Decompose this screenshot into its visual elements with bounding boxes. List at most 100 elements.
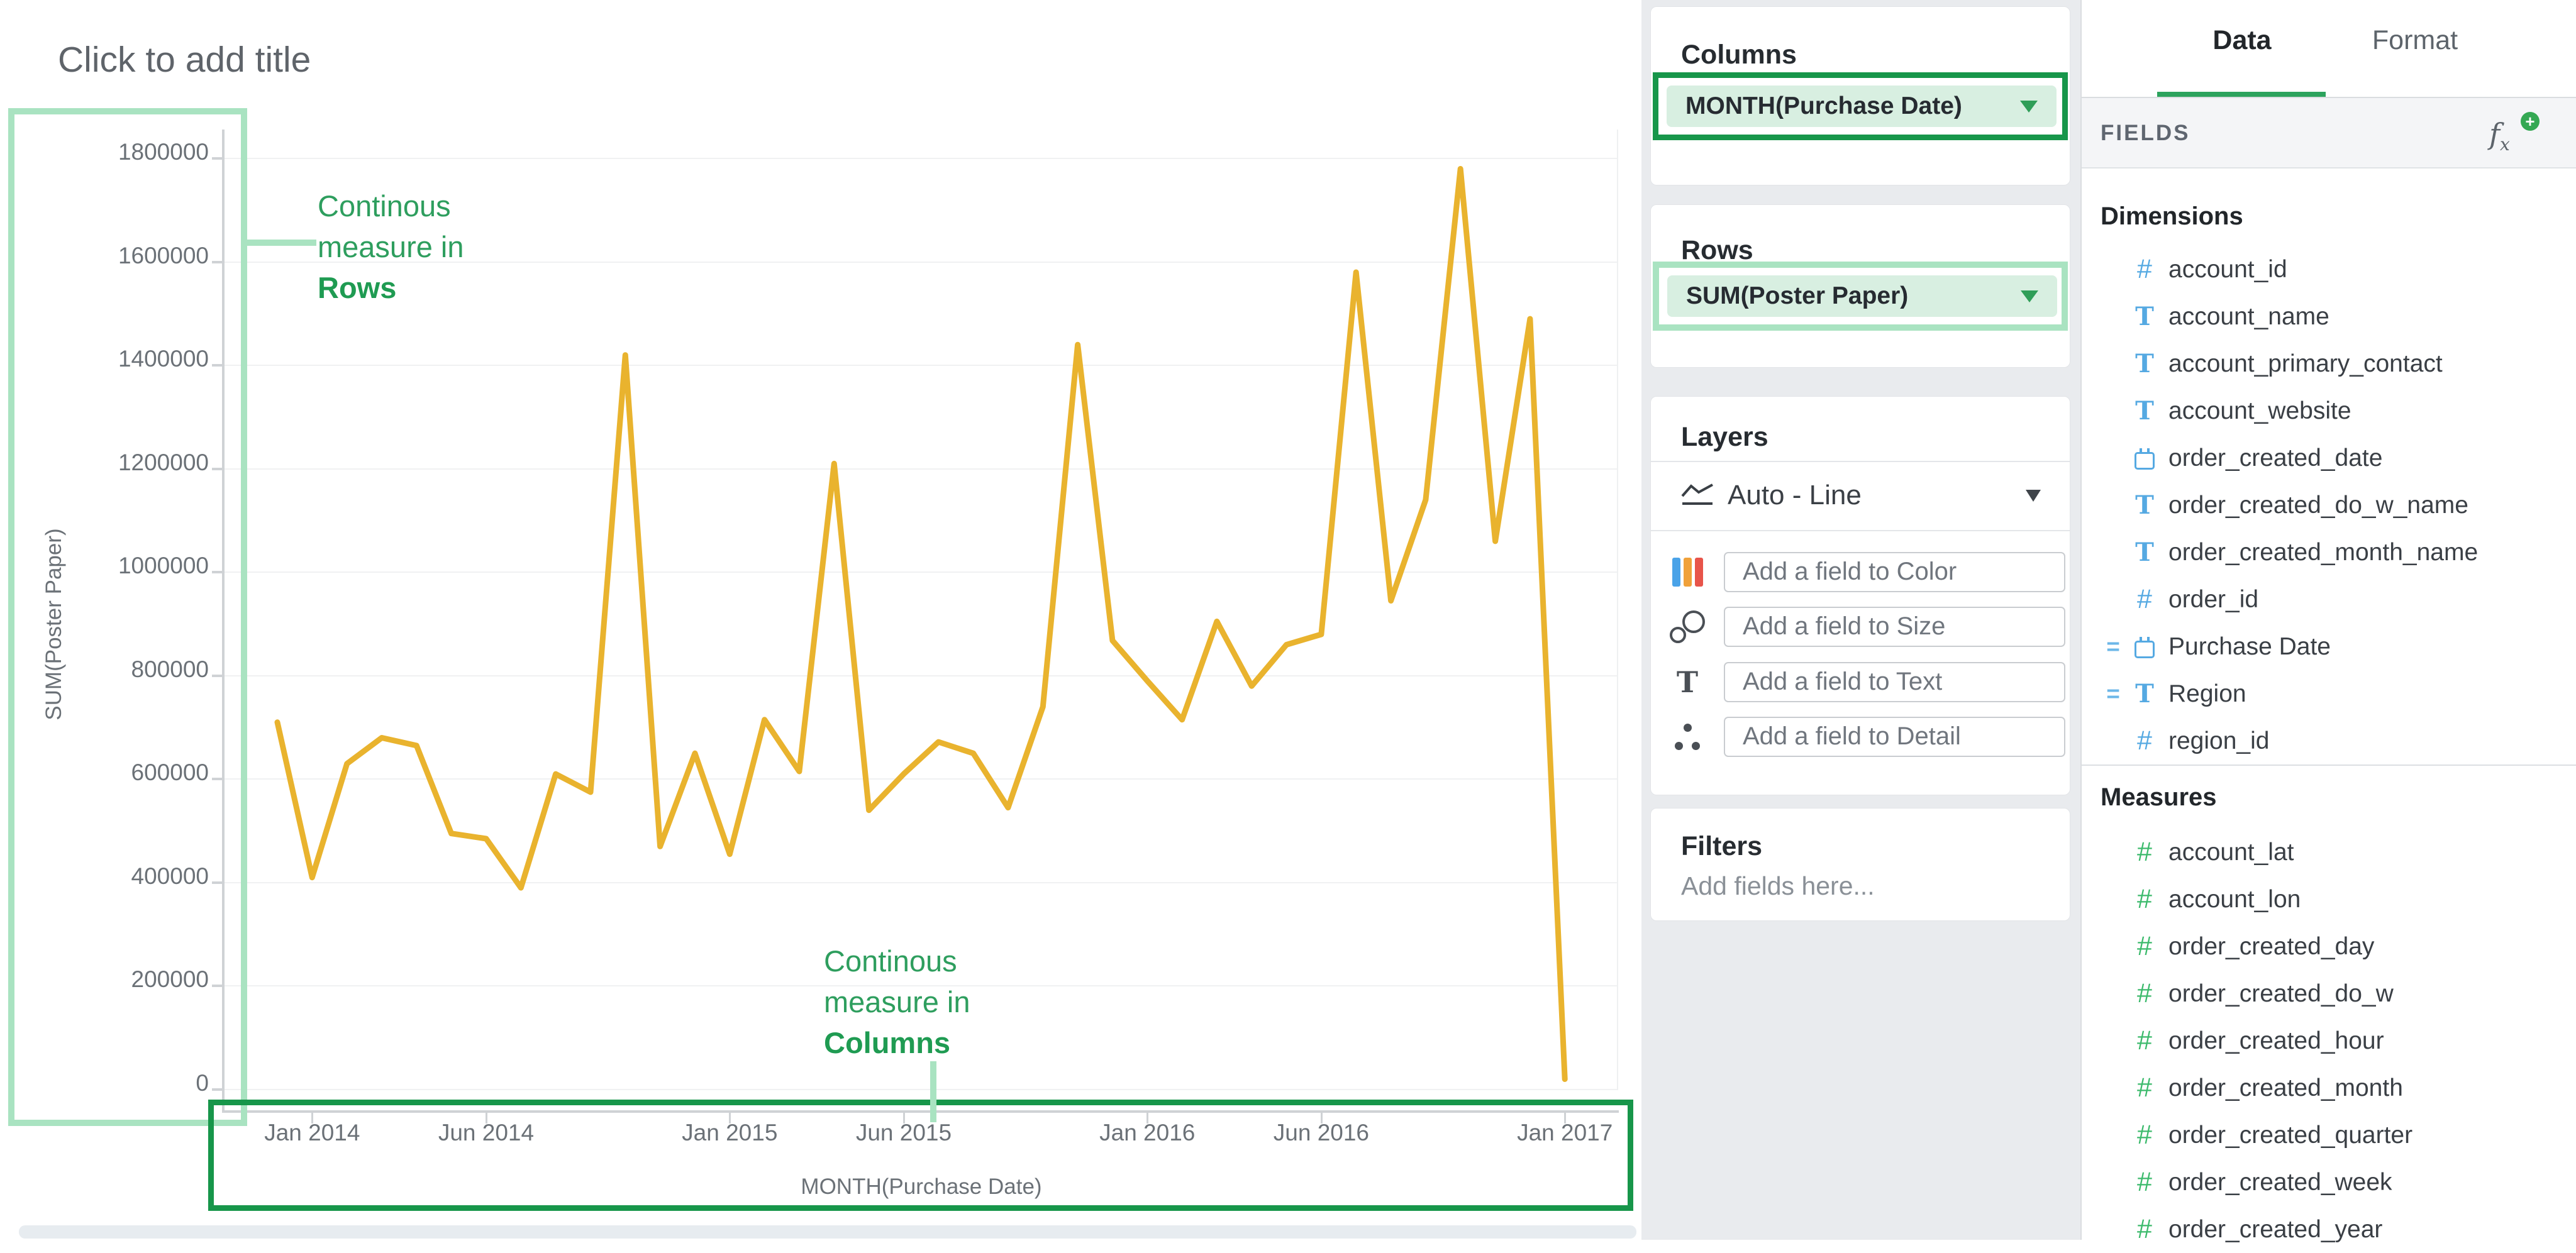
measures-heading: Measures bbox=[2101, 783, 2217, 812]
tab-format[interactable]: Format bbox=[2346, 25, 2484, 56]
field-label: Purchase Date bbox=[2168, 633, 2331, 661]
note-bold-word: Columns bbox=[824, 1022, 970, 1063]
fields-header: FIELDS fx + bbox=[2082, 98, 2576, 168]
field-label: order_created_date bbox=[2168, 444, 2382, 472]
field-drop-input[interactable]: Add a field to Detail bbox=[1724, 717, 2065, 757]
field-drop-input[interactable]: Add a field to Text bbox=[1724, 662, 2065, 702]
layers-heading: Layers bbox=[1681, 422, 1768, 453]
field-item-account_primary_contact[interactable]: Taccount_primary_contact bbox=[2082, 340, 2576, 387]
layers-panel: Layers Auto - Line Add a field to Color A… bbox=[1650, 396, 2070, 795]
field-icon-wrap: # bbox=[2127, 254, 2162, 285]
columns-pill-annotation-box: MONTH(Purchase Date) bbox=[1653, 72, 2068, 140]
filters-drop-area[interactable]: Add fields here... bbox=[1681, 871, 1875, 901]
divider bbox=[2082, 764, 2576, 766]
field-icon-wrap: # bbox=[2127, 726, 2162, 756]
rows-shelf: Rows SUM(Poster Paper) bbox=[1650, 204, 2070, 368]
slot-placeholder: Add a field to Color bbox=[1743, 558, 1957, 586]
rows-annotation-note: Continous measure in Rows bbox=[318, 185, 464, 308]
slot-placeholder: Add a field to Text bbox=[1743, 668, 1942, 696]
slot-placeholder: Add a field to Detail bbox=[1743, 722, 1961, 751]
field-drop-input[interactable]: Add a field to Color bbox=[1724, 552, 2065, 592]
calculated-equals-icon: = bbox=[2099, 681, 2127, 707]
field-label: account_name bbox=[2168, 303, 2329, 331]
field-item-order_created_do_w_name[interactable]: Torder_created_do_w_name bbox=[2082, 482, 2576, 529]
field-item-Purchase Date[interactable]: =Purchase Date bbox=[2082, 623, 2576, 670]
field-item-order_id[interactable]: # order_id bbox=[2082, 576, 2576, 623]
columns-shelf-heading: Columns bbox=[1681, 40, 1797, 70]
filters-shelf: Filters Add fields here... bbox=[1650, 808, 2070, 921]
detail-dots-icon bbox=[1674, 722, 1701, 751]
chevron-down-icon[interactable] bbox=[2021, 290, 2038, 302]
field-label: account_website bbox=[2168, 397, 2351, 425]
rows-annotation-connector bbox=[247, 240, 316, 246]
field-item-order_created_do_w[interactable]: #order_created_do_w bbox=[2082, 970, 2576, 1017]
plus-badge-icon: + bbox=[2521, 112, 2540, 131]
hash-icon-green: # bbox=[2137, 1167, 2152, 1198]
hash-icon-green: # bbox=[2137, 1073, 2152, 1103]
calendar-icon bbox=[2135, 452, 2155, 470]
field-item-order_created_week[interactable]: #order_created_week bbox=[2082, 1159, 2576, 1206]
note-bold-word: Rows bbox=[318, 267, 464, 308]
field-item-region_id[interactable]: #region_id bbox=[2082, 717, 2576, 764]
field-label: order_created_month_name bbox=[2168, 539, 2478, 566]
chart-canvas: Click to add title 020000040000060000080… bbox=[0, 0, 1641, 1240]
field-item-account_lon[interactable]: #account_lon bbox=[2082, 876, 2576, 923]
fx-icon: fx bbox=[2489, 117, 2510, 155]
field-item-order_created_date[interactable]: order_created_date bbox=[2082, 434, 2576, 482]
hash-icon: # bbox=[2137, 584, 2152, 615]
columns-pill[interactable]: MONTH(Purchase Date) bbox=[1667, 86, 2057, 127]
layer-type-dropdown[interactable]: Auto - Line bbox=[1651, 462, 2070, 529]
rows-pill[interactable]: SUM(Poster Paper) bbox=[1667, 275, 2057, 317]
hash-icon-green: # bbox=[2137, 837, 2152, 868]
field-item-account_lat[interactable]: #account_lat bbox=[2082, 829, 2576, 876]
columns-pill-label: MONTH(Purchase Date) bbox=[1685, 92, 2020, 120]
hash-icon-green: # bbox=[2137, 1214, 2152, 1245]
field-label: order_created_hour bbox=[2168, 1027, 2384, 1055]
field-icon-wrap: # bbox=[2127, 1073, 2162, 1103]
hash-icon-green: # bbox=[2137, 1025, 2152, 1056]
field-icon-wrap: # bbox=[2127, 837, 2162, 868]
tab-data[interactable]: Data bbox=[2173, 25, 2311, 56]
note-line: Continous bbox=[318, 185, 464, 226]
field-label: region_id bbox=[2168, 727, 2269, 755]
field-item-Region[interactable]: = T Region bbox=[2082, 670, 2576, 717]
field-item-account_id[interactable]: #account_id bbox=[2082, 246, 2576, 293]
horizontal-scrollbar[interactable] bbox=[19, 1225, 1636, 1239]
field-item-order_created_month[interactable]: # order_created_month bbox=[2082, 1064, 2576, 1112]
field-item-order_created_year[interactable]: #order_created_year bbox=[2082, 1206, 2576, 1253]
add-calculated-field-button[interactable]: fx + bbox=[2489, 112, 2540, 156]
field-label: order_id bbox=[2168, 586, 2258, 614]
hash-icon-green: # bbox=[2137, 1120, 2152, 1151]
color-bars-icon bbox=[1672, 558, 1703, 587]
field-label: order_created_day bbox=[2168, 933, 2374, 961]
hash-icon-green: # bbox=[2137, 978, 2152, 1009]
columns-annotation-connector bbox=[930, 1061, 936, 1122]
field-label: Region bbox=[2168, 680, 2246, 708]
text-icon: T bbox=[2135, 679, 2154, 709]
field-item-order_created_day[interactable]: #order_created_day bbox=[2082, 923, 2576, 970]
field-item-order_created_quarter[interactable]: # order_created_quarter bbox=[2082, 1112, 2576, 1159]
field-item-order_created_hour[interactable]: # order_created_hour bbox=[2082, 1017, 2576, 1064]
field-icon-wrap: # bbox=[2127, 1120, 2162, 1151]
field-item-order_created_month_name[interactable]: Torder_created_month_name bbox=[2082, 529, 2576, 576]
columns-shelf: Columns MONTH(Purchase Date) bbox=[1650, 6, 2070, 185]
divider bbox=[1651, 530, 2070, 531]
field-icon-wrap: # bbox=[2127, 931, 2162, 962]
chevron-down-icon[interactable] bbox=[2026, 490, 2041, 502]
field-drop-input[interactable]: Add a field to Size bbox=[1724, 607, 2065, 647]
field-icon-wrap: # bbox=[2127, 1167, 2162, 1198]
field-item-account_name[interactable]: Taccount_name bbox=[2082, 293, 2576, 340]
chevron-down-icon[interactable] bbox=[2020, 101, 2038, 113]
layer-type-label: Auto - Line bbox=[1728, 480, 2026, 511]
columns-annotation-note: Continous measure in Columns bbox=[824, 941, 970, 1063]
fields-panel: Data Format FIELDS fx + Dimensions #acco… bbox=[2080, 0, 2576, 1240]
field-label: order_created_quarter bbox=[2168, 1122, 2412, 1149]
rows-annotation-rectangle bbox=[8, 108, 247, 1126]
field-label: order_created_month bbox=[2168, 1074, 2403, 1102]
rows-pill-label: SUM(Poster Paper) bbox=[1686, 282, 2021, 310]
field-item-account_website[interactable]: Taccount_website bbox=[2082, 387, 2576, 434]
field-icon-wrap: T bbox=[2127, 349, 2162, 378]
field-label: account_lon bbox=[2168, 886, 2301, 914]
size-circles-icon bbox=[1670, 610, 1705, 643]
text-icon: T bbox=[2135, 302, 2154, 331]
